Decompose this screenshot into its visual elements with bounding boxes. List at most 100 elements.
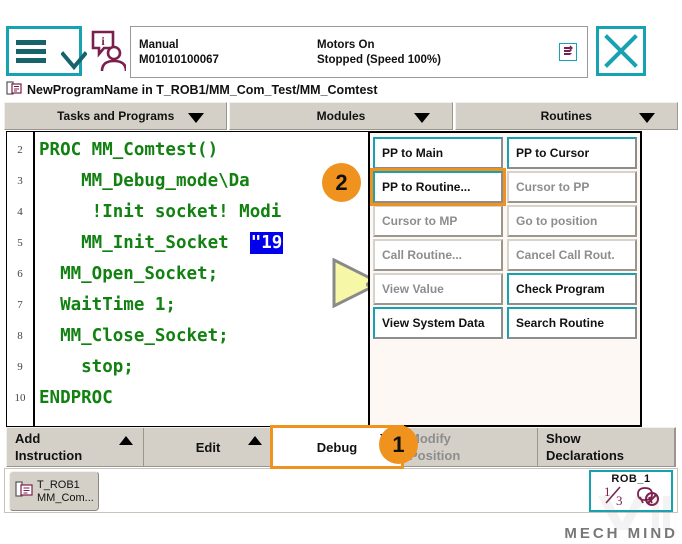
menu-item-search-routine[interactable]: Search Routine	[507, 307, 637, 339]
menu-item-label: PP to Routine...	[382, 180, 470, 194]
code-text: stop;	[39, 357, 134, 377]
menu-item-pp-to-main[interactable]: PP to Main	[373, 137, 503, 169]
line-number: 5	[7, 228, 33, 259]
menu-item-label: Cursor to PP	[516, 180, 589, 194]
menu-item-label: View Value	[382, 282, 444, 296]
code-line[interactable]: ENDPROC	[35, 383, 375, 414]
action-label-line1: Show	[546, 430, 674, 447]
watermark-text: MECH MIND	[564, 525, 678, 542]
line-number: 3	[7, 166, 33, 197]
menu-item-view-system-data[interactable]: View System Data	[373, 307, 503, 339]
menu-item-label: PP to Main	[382, 146, 443, 160]
menu-item-check-program[interactable]: Check Program	[507, 273, 637, 305]
menu-item-label: Search Routine	[516, 316, 604, 330]
code-line[interactable]: WaitTime 1;	[35, 290, 375, 321]
menu-item-pp-to-routine[interactable]: PP to Routine...	[373, 171, 503, 203]
menu-item-call-routine: Call Routine...	[373, 239, 503, 271]
code-text: MM_Close_Socket;	[39, 326, 229, 346]
tab-bar: Tasks and Programs Modules Routines	[4, 102, 678, 130]
task-program-icon	[15, 479, 33, 504]
menu-item-label: Go to position	[516, 214, 597, 228]
menu-item-view-value: View Value	[373, 273, 503, 305]
code-line[interactable]: MM_Close_Socket;	[35, 321, 375, 352]
tab-label: Modules	[317, 109, 366, 123]
line-number: 8	[7, 321, 33, 352]
code-text: PROC MM_Comtest()	[39, 140, 218, 160]
code-editor[interactable]: 2 3 4 5 6 7 8 9 10 PROC MM_Comtest() MM_…	[6, 131, 376, 427]
chevron-down-icon	[639, 113, 655, 123]
line-number: 7	[7, 290, 33, 321]
callout-badge-1: 1	[379, 425, 418, 464]
operator-info-icon[interactable]: i	[82, 26, 130, 76]
action-add-instruction[interactable]: Add Instruction	[7, 428, 144, 466]
axis-fraction: 1 3	[602, 484, 628, 513]
line-number-gutter: 2 3 4 5 6 7 8 9 10	[7, 132, 35, 426]
breadcrumb-path: NewProgramName in T_ROB1/MM_Com_Test/MM_…	[27, 83, 378, 97]
chevron-down-icon	[188, 113, 204, 123]
taskbar-module-name: MM_Com...	[37, 492, 94, 504]
code-text: WaitTime 1;	[39, 295, 176, 315]
taskbar-item-labels: T_ROB1 MM_Com...	[37, 479, 94, 504]
menu-item-label: PP to Cursor	[516, 146, 589, 160]
program-file-icon	[6, 80, 22, 101]
tab-label: Tasks and Programs	[57, 109, 174, 123]
action-label-line1: Modify	[409, 430, 537, 447]
selected-code-text[interactable]: "19	[250, 232, 284, 254]
action-label-line2: Declarations	[546, 447, 674, 464]
taskbar-item-t-rob1[interactable]: T_ROB1 MM_Com...	[9, 471, 99, 511]
controller-status-panel: Manual M01010100067 Motors On Stopped (S…	[130, 26, 588, 78]
menu-item-label: Call Routine...	[382, 248, 462, 262]
tab-routines[interactable]: Routines	[455, 102, 678, 130]
code-line[interactable]: MM_Init_Socket "19	[35, 228, 375, 259]
action-edit[interactable]: Edit	[144, 428, 273, 466]
tab-tasks-and-programs[interactable]: Tasks and Programs	[4, 102, 227, 130]
action-label-line2: Instruction	[15, 447, 143, 464]
tab-label: Routines	[541, 109, 592, 123]
line-number: 9	[7, 352, 33, 383]
svg-text:3: 3	[616, 493, 623, 508]
svg-text:1: 1	[604, 484, 611, 499]
action-bar: Add Instruction Edit Debug Modify Positi…	[6, 427, 676, 467]
code-line[interactable]: stop;	[35, 352, 375, 383]
action-label-line2: Position	[409, 447, 537, 464]
motors-state-label: Motors On	[317, 39, 517, 51]
operating-mode-label: Manual	[139, 39, 317, 51]
code-text: MM_Debug_mode\Da	[39, 171, 250, 191]
action-modify-position: Modify Position	[401, 428, 538, 466]
status-column-mode: Manual M01010100067	[139, 39, 317, 66]
controller-id-label: M01010100067	[139, 54, 317, 66]
menu-item-label: View System Data	[382, 316, 485, 330]
menu-item-label: Check Program	[516, 282, 605, 296]
code-line[interactable]: PROC MM_Comtest()	[35, 135, 375, 166]
menu-item-cursor-to-pp: Cursor to PP	[507, 171, 637, 203]
status-column-motors: Motors On Stopped (Speed 100%)	[317, 39, 517, 66]
program-status-icon[interactable]	[559, 43, 577, 61]
code-text: ENDPROC	[39, 388, 113, 408]
tab-modules[interactable]: Modules	[229, 102, 452, 130]
main-menu-button[interactable]	[6, 26, 82, 76]
close-icon	[603, 33, 639, 69]
menu-item-pp-to-cursor[interactable]: PP to Cursor	[507, 137, 637, 169]
breadcrumb: NewProgramName in T_ROB1/MM_Com_Test/MM_…	[6, 80, 378, 100]
action-show-declarations[interactable]: Show Declarations	[538, 428, 675, 466]
hamburger-menu-icon	[16, 40, 46, 63]
menu-item-cancel-call-rout: Cancel Call Rout.	[507, 239, 637, 271]
chevron-down-icon	[414, 113, 430, 123]
close-button[interactable]	[596, 26, 646, 76]
debug-context-menu: PP to Main PP to Cursor PP to Routine...…	[368, 131, 642, 427]
app-root: i Manual M01010100067 Motors On Stopped …	[0, 0, 682, 544]
code-text: MM_Open_Socket;	[39, 264, 218, 284]
code-text: MM_Init_Socket	[39, 233, 250, 253]
chevron-up-icon	[248, 436, 262, 445]
code-line[interactable]: !Init socket! Modi	[35, 197, 375, 228]
action-label-line1: Edit	[196, 439, 221, 456]
run-state-label: Stopped (Speed 100%)	[317, 54, 517, 66]
robot-status-panel[interactable]: ROB_1 1 3	[589, 470, 673, 512]
menu-item-label: Cursor to MP	[382, 214, 457, 228]
action-label-line1: Debug	[317, 439, 357, 456]
robot-status-row: 1 3	[602, 484, 660, 513]
motion-disabled-icon	[634, 484, 660, 513]
taskbar-task-name: T_ROB1	[37, 479, 94, 491]
code-line[interactable]: MM_Open_Socket;	[35, 259, 375, 290]
callout-badge-2: 2	[322, 163, 361, 202]
